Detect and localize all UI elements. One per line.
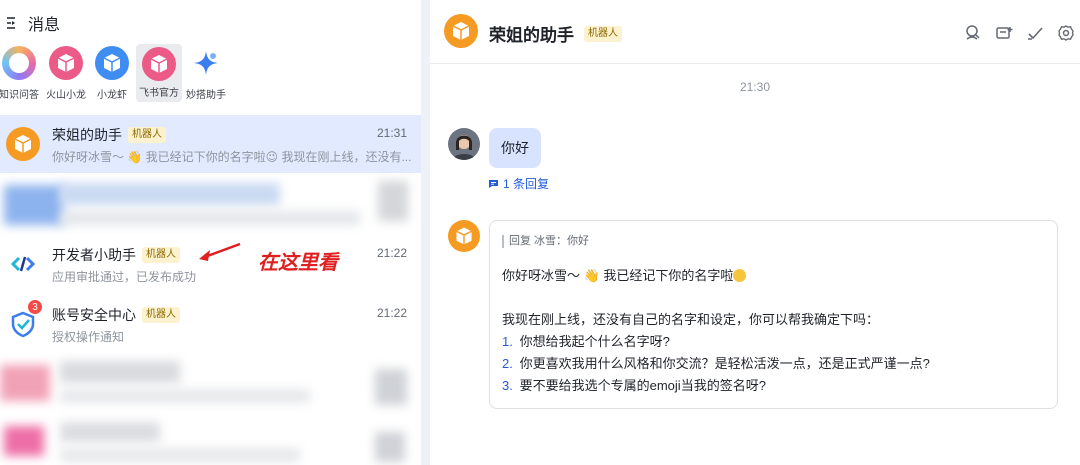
- bot-shortcut-huoshan[interactable]: 火山小龙: [43, 46, 89, 101]
- annotation-text: 在这里看: [258, 250, 338, 274]
- list-item: 2. 你更喜欢我用什么风格和你交流？是轻松活泼一点，还是正式严谨一点?: [502, 353, 1042, 375]
- bot-name: 小龙虾: [97, 90, 127, 101]
- list-number: 2.: [502, 356, 513, 371]
- messages-header: 消息: [6, 12, 60, 34]
- list-item: 1. 你想给我起个什么名字呀?: [502, 331, 1042, 353]
- list-text: 你更喜欢我用什么风格和你交流？是轻松活泼一点，还是正式严谨一点?: [519, 356, 930, 371]
- bot-reply-body: 你好呀冰雪～ 👋 我已经记下你的名字啦 我现在刚上线，还没有自己的名字和设定，你…: [502, 265, 1042, 397]
- thread-replies-link[interactable]: 1 条回复: [488, 175, 549, 192]
- reply-question-list: 1. 你想给我起个什么名字呀? 2. 你更喜欢我用什么风格和你交流？是轻松活泼一…: [502, 331, 1042, 397]
- conversation-panel: 消息 知识问答 火山小龙 小龙虾 飞书官方 妙搭助手 荣姐的助手 机器人 21:…: [0, 0, 421, 465]
- list-number: 3.: [502, 378, 513, 393]
- conversation-item-rongjie-assistant[interactable]: 荣姐的助手 机器人 21:31 你好呀冰雪～ 👋 我已经记下你的名字啦😉 我现在…: [0, 115, 421, 173]
- bot-shortcuts: 知识问答 火山小龙 小龙虾 飞书官方 妙搭助手: [0, 44, 421, 104]
- message-timestamp: 21:30: [739, 80, 771, 94]
- conversation-title: 账号安全中心 机器人: [52, 305, 180, 325]
- settings-icon[interactable]: [1056, 23, 1076, 43]
- list-text: 你想给我起个什么名字呀?: [519, 334, 670, 349]
- chat-header-actions: [952, 23, 1076, 43]
- conversation-preview: 你好呀冰雪～ 👋 我已经记下你的名字啦😉 我现在刚上线，还没有...: [52, 150, 412, 164]
- bot-tag: 机器人: [584, 25, 622, 42]
- conversation-name: 账号安全中心: [52, 307, 136, 323]
- box-icon: [142, 47, 176, 81]
- conversation-time: 21:31: [376, 126, 407, 140]
- chat-panel: 荣姐的助手 机器人 21:30 你好 1 条回复 回复 冰雪：你好 你好呀冰雪～…: [430, 0, 1080, 465]
- reply-icon: [489, 179, 498, 188]
- add-tab-icon[interactable]: [994, 23, 1014, 43]
- bot-avatar: [6, 127, 40, 161]
- bot-name: 知识问答: [0, 90, 39, 101]
- panel-divider[interactable]: [421, 0, 430, 465]
- reply-greeting-line: 你好呀冰雪～ 👋 我已经记下你的名字啦: [502, 265, 1042, 287]
- blurred-conversation-item[interactable]: [0, 412, 421, 465]
- search-icon[interactable]: [963, 23, 983, 43]
- blurred-conversation-item[interactable]: [0, 175, 421, 233]
- collapse-menu-icon[interactable]: [6, 16, 20, 30]
- reply-count: 1 条回复: [503, 177, 550, 191]
- user-avatar[interactable]: [448, 128, 480, 160]
- checkmark-icon[interactable]: [1025, 23, 1045, 43]
- chat-bot-avatar[interactable]: [444, 14, 478, 48]
- list-item: 3. 要不要给我选个专属的emoji当我的签名呀?: [502, 375, 1042, 397]
- bot-reply-card[interactable]: 回复 冰雪：你好 你好呀冰雪～ 👋 我已经记下你的名字啦 我现在刚上线，还没有自…: [489, 220, 1058, 409]
- bot-shortcut-miaoda[interactable]: 妙搭助手: [183, 46, 229, 101]
- blurred-conversation-item[interactable]: [0, 355, 421, 410]
- bot-tag: 机器人: [142, 307, 180, 323]
- sparkle-icon: [189, 46, 223, 80]
- bot-tag: 机器人: [142, 247, 180, 263]
- red-arrow-icon: [199, 242, 241, 261]
- wink-emoji-icon: [733, 269, 747, 282]
- conversation-name: 开发者小助手: [52, 247, 136, 263]
- conversation-title: 开发者小助手 机器人: [52, 245, 180, 265]
- chat-title: 荣姐的助手: [489, 26, 574, 45]
- chat-title-row: 荣姐的助手 机器人: [489, 21, 622, 46]
- chat-header: 荣姐的助手 机器人: [430, 0, 1080, 64]
- conversation-time: 21:22: [376, 306, 407, 320]
- conversation-time: 21:22: [376, 246, 407, 260]
- conversation-preview: 授权操作通知: [52, 330, 125, 344]
- knowledge-qa-avatar: [2, 46, 36, 80]
- bot-avatar[interactable]: [448, 220, 480, 252]
- bot-shortcut-xiaolongxia[interactable]: 小龙虾: [89, 46, 135, 101]
- box-icon: [49, 46, 83, 80]
- box-icon: [95, 46, 129, 80]
- bot-shortcut-feishu-official[interactable]: 飞书官方: [136, 44, 182, 102]
- bot-shortcut-knowledge-qa[interactable]: 知识问答: [0, 46, 42, 101]
- reply-quote: 回复 冰雪：你好: [502, 235, 589, 248]
- user-message-bubble[interactable]: 你好: [489, 128, 541, 168]
- list-number: 1.: [502, 334, 513, 349]
- bot-name: 火山小龙: [46, 90, 86, 101]
- list-text: 要不要给我选个专属的emoji当我的签名呀?: [519, 378, 766, 393]
- app-window: 消息 知识问答 火山小龙 小龙虾 飞书官方 妙搭助手 荣姐的助手 机器人 21:…: [0, 0, 1080, 465]
- bot-tag: 机器人: [128, 127, 166, 143]
- conversation-preview: 应用审批通过，已发布成功: [52, 270, 197, 284]
- conversation-item-account-security[interactable]: 3 账号安全中心 机器人 21:22 授权操作通知: [0, 295, 421, 353]
- conversation-title: 荣姐的助手 机器人: [52, 125, 166, 145]
- reply-intro: 我现在刚上线，还没有自己的名字和设定，你可以帮我确定下吗：: [502, 312, 880, 327]
- developer-icon: [6, 247, 40, 281]
- unread-badge: 3: [27, 299, 43, 315]
- reply-greeting: 你好呀冰雪～ 👋 我已经记下你的名字啦: [502, 268, 734, 283]
- bot-name: 妙搭助手: [186, 90, 226, 101]
- conversation-name: 荣姐的助手: [52, 127, 122, 143]
- bot-name: 飞书官方: [139, 88, 179, 99]
- messages-title: 消息: [28, 17, 61, 34]
